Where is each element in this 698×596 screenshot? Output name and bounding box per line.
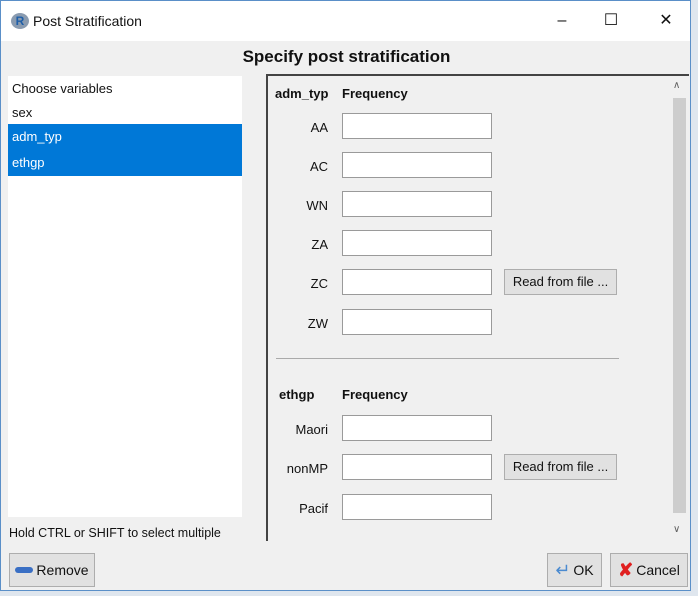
strata-panel: adm_typ Frequency AA AC WN ZA ZC Read fr… xyxy=(266,74,689,541)
frequency-header: Frequency xyxy=(342,86,408,101)
page-title: Specify post stratification xyxy=(242,47,451,66)
minus-icon xyxy=(15,567,34,573)
frequency-input-ac[interactable] xyxy=(342,152,492,178)
post-stratification-dialog: R Post Stratification – ☐ ✕ Specify post… xyxy=(0,0,691,591)
window-title: Post Stratification xyxy=(33,13,142,29)
remove-label: Remove xyxy=(36,562,89,578)
scroll-down-icon[interactable]: ∨ xyxy=(673,524,680,535)
frequency-input-maori[interactable] xyxy=(342,415,492,441)
level-label: AC xyxy=(309,159,328,174)
title-bar: R Post Stratification – ☐ ✕ xyxy=(1,1,690,41)
ok-label: OK xyxy=(573,562,594,578)
frequency-input-zc[interactable] xyxy=(342,269,492,295)
cancel-button[interactable]: ✘ Cancel xyxy=(610,553,688,587)
level-label: ZC xyxy=(310,276,328,291)
cancel-label: Cancel xyxy=(636,562,680,578)
red-x-icon: ✘ xyxy=(618,559,634,580)
selection-hint: Hold CTRL or SHIFT to select multiple xyxy=(9,526,221,540)
group-name: adm_typ xyxy=(275,86,329,101)
level-label: ZA xyxy=(311,237,328,252)
level-label: Maori xyxy=(295,422,328,437)
frequency-header: Frequency xyxy=(342,387,408,402)
frequency-input-zw[interactable] xyxy=(342,309,492,335)
close-button[interactable]: ✕ xyxy=(651,9,681,33)
group-divider xyxy=(276,358,619,359)
list-item-adm-typ[interactable]: adm_typ xyxy=(8,124,242,150)
r-logo-icon: R xyxy=(11,13,29,29)
variable-list[interactable]: Choose variables sex adm_typ ethgp xyxy=(8,76,242,517)
level-label: WN xyxy=(306,198,328,213)
read-from-file-button[interactable]: Read from file ... xyxy=(504,454,617,480)
list-item-sex[interactable]: sex xyxy=(8,102,242,124)
level-label: ZW xyxy=(307,316,328,331)
ok-button[interactable]: ↵ OK xyxy=(547,553,602,587)
frequency-input-nonmp[interactable] xyxy=(342,454,492,480)
frequency-input-za[interactable] xyxy=(342,230,492,256)
scrollbar-thumb[interactable] xyxy=(673,98,686,513)
group-name: ethgp xyxy=(279,387,315,402)
frequency-input-aa[interactable] xyxy=(342,113,492,139)
level-label: Pacif xyxy=(299,501,328,516)
frequency-input-wn[interactable] xyxy=(342,191,492,217)
frequency-input-pacif[interactable] xyxy=(342,494,492,520)
list-header: Choose variables xyxy=(12,81,113,96)
enter-arrow-icon: ↵ xyxy=(555,559,571,580)
read-from-file-button[interactable]: Read from file ... xyxy=(504,269,617,295)
list-item-ethgp[interactable]: ethgp xyxy=(8,150,242,176)
level-label: AA xyxy=(310,120,328,135)
vertical-scrollbar[interactable]: ∧ ∨ xyxy=(669,76,689,541)
scroll-up-icon[interactable]: ∧ xyxy=(673,80,680,91)
minimize-button[interactable]: – xyxy=(547,9,577,33)
level-label: nonMP xyxy=(286,461,328,476)
remove-button[interactable]: Remove xyxy=(9,553,95,587)
maximize-button[interactable]: ☐ xyxy=(596,9,626,33)
